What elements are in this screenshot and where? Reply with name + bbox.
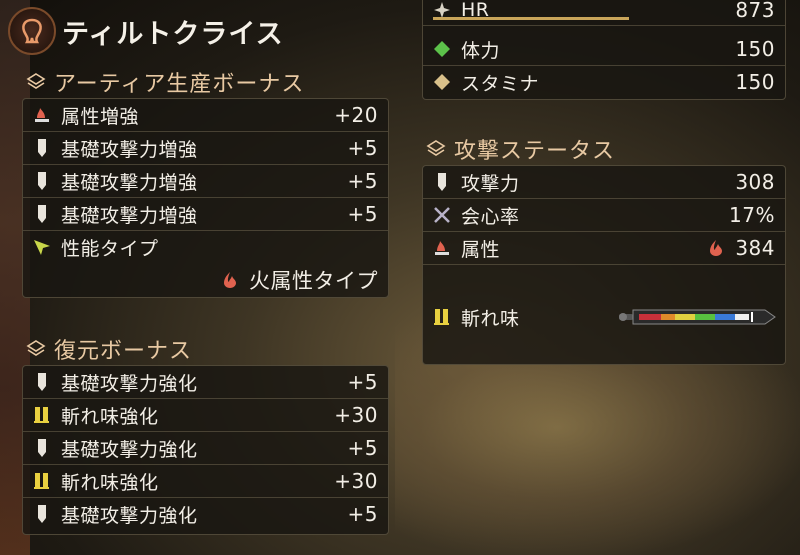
bonus-row[interactable]: 基礎攻撃力強化 +5	[23, 432, 388, 465]
fire-element-icon	[219, 269, 241, 291]
hr-progress-bar	[433, 17, 629, 20]
attack-status-header: 攻撃ステータス	[426, 133, 615, 165]
bonus-row[interactable]: 斬れ味強化 +30	[23, 465, 388, 498]
element-row: 属性 384	[423, 232, 785, 265]
health-icon	[431, 38, 453, 60]
weapon-name: ティルトクライス	[62, 18, 284, 50]
bonus-row[interactable]: 基礎攻撃力強化 +5	[23, 366, 388, 399]
attack-status-panel: 攻撃力 308 会心率 17% 属性 384 斬れ味	[422, 165, 786, 365]
fire-element-icon	[705, 237, 727, 259]
element-icon	[431, 237, 453, 259]
sharpness-marker	[751, 312, 753, 322]
stamina-icon	[431, 71, 453, 93]
bonus-row[interactable]: 基礎攻撃力増強 +5	[23, 198, 388, 231]
attack-boost-icon	[31, 437, 53, 459]
performance-type-icon	[31, 236, 53, 258]
sharpness-blue	[715, 314, 735, 320]
attack-boost-icon	[31, 170, 53, 192]
hr-row: HR 873	[423, 0, 785, 26]
sharpness-yellow	[675, 314, 695, 320]
attack-icon	[431, 171, 453, 193]
type-value-row: 火属性タイプ	[23, 264, 388, 296]
sharpness-orange	[661, 314, 675, 320]
layers-icon	[426, 140, 446, 156]
restore-bonus-header: 復元ボーナス	[26, 333, 192, 365]
sharpness-icon	[31, 404, 53, 426]
bonus-row[interactable]: 属性増強 +20	[23, 99, 388, 132]
attack-boost-icon	[31, 137, 53, 159]
health-row: 体力 150	[423, 33, 785, 66]
attack-boost-icon	[31, 371, 53, 393]
sharpness-red	[639, 314, 661, 320]
hunter-stats-panel: HR 873 体力 150 スタミナ 150	[422, 0, 786, 100]
affinity-icon	[431, 204, 453, 226]
weapon-emblem-icon	[8, 7, 56, 55]
attack-row: 攻撃力 308	[423, 166, 785, 199]
sharpness-white	[735, 314, 749, 320]
bonus-row[interactable]: 基礎攻撃力強化 +5	[23, 498, 388, 530]
artian-bonus-panel: 属性増強 +20 基礎攻撃力増強 +5 基礎攻撃力増強 +5 基礎攻撃力増強 +…	[22, 98, 389, 298]
sharpness-row: 斬れ味	[423, 299, 785, 335]
sharpness-icon	[31, 470, 53, 492]
artian-bonus-header: アーティア生産ボーナス	[26, 66, 304, 98]
bonus-row[interactable]: 斬れ味強化 +30	[23, 399, 388, 432]
stamina-row: スタミナ 150	[423, 66, 785, 98]
sharpness-gauge	[619, 309, 776, 325]
sharpness-icon	[431, 306, 453, 328]
bonus-row[interactable]: 基礎攻撃力増強 +5	[23, 132, 388, 165]
layers-icon	[26, 73, 46, 89]
attack-boost-icon	[31, 203, 53, 225]
weapon-title: ティルトクライス	[8, 6, 308, 56]
sharpness-green	[695, 314, 715, 320]
element-boost-icon	[31, 104, 53, 126]
affinity-row: 会心率 17%	[423, 199, 785, 232]
restore-bonus-panel: 基礎攻撃力強化 +5 斬れ味強化 +30 基礎攻撃力強化 +5 斬れ味強化 +3…	[22, 365, 389, 535]
attack-boost-icon	[31, 503, 53, 525]
layers-icon	[26, 340, 46, 356]
bonus-row[interactable]: 性能タイプ	[23, 231, 388, 263]
bonus-row[interactable]: 基礎攻撃力増強 +5	[23, 165, 388, 198]
